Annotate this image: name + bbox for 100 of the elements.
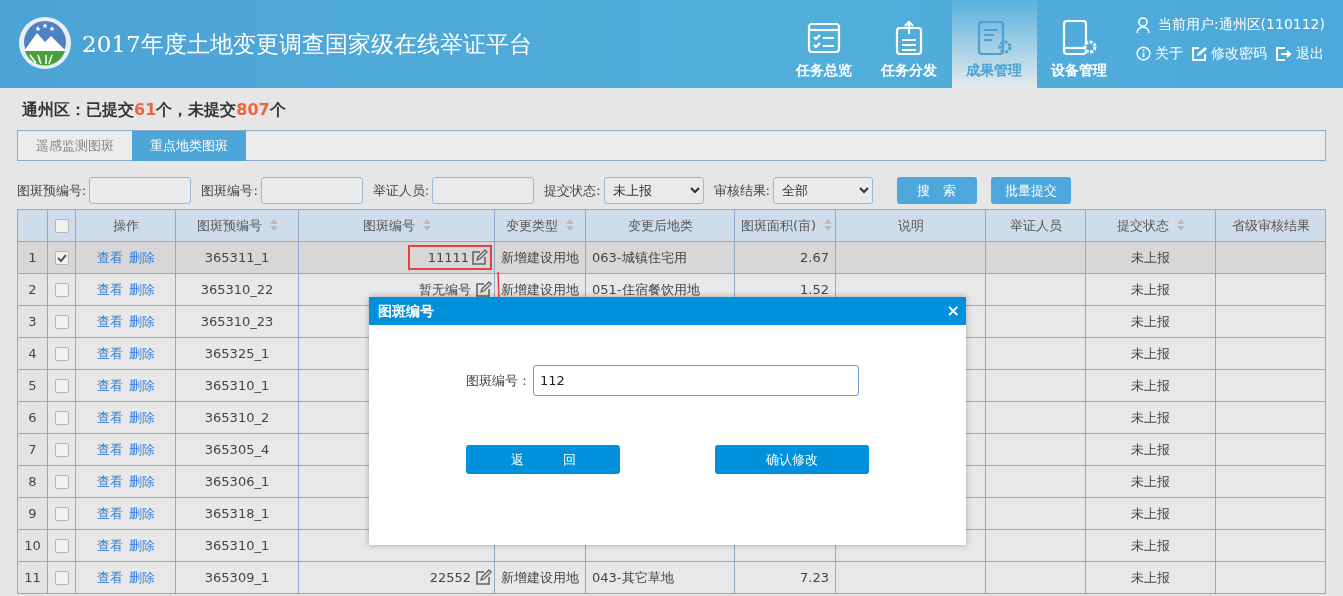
input-field[interactable] <box>432 177 535 204</box>
close-button[interactable]: × <box>940 303 966 319</box>
sort-icon[interactable] <box>422 218 431 231</box>
checkbox[interactable] <box>54 571 69 586</box>
delete-link[interactable]: 删除 <box>128 313 155 329</box>
delete-link[interactable]: 删除 <box>128 377 155 393</box>
input-field[interactable] <box>260 177 363 204</box>
id-text: 11111 <box>427 248 469 267</box>
delete-link[interactable]: 删除 <box>128 249 155 265</box>
view-link[interactable]: 查看 <box>96 345 123 361</box>
view-link[interactable]: 查看 <box>96 377 123 393</box>
table-cell: 7 <box>17 433 48 466</box>
current-user-label: 当前用户:通州区(110112) <box>1157 15 1325 34</box>
table-cell: 未上报 <box>1085 561 1216 594</box>
table-cell: 4 <box>17 337 48 370</box>
table-cell: 未上报 <box>1085 497 1216 530</box>
view-link[interactable]: 查看 <box>96 281 123 297</box>
column-header[interactable]: 图斑编号 <box>362 217 415 233</box>
checkbox[interactable] <box>54 251 69 266</box>
view-link[interactable]: 查看 <box>96 249 123 265</box>
column-header[interactable]: 提交状态 <box>1116 217 1169 233</box>
document-gear-icon <box>975 20 1014 56</box>
input-field[interactable] <box>89 177 192 204</box>
table-cell: 未上报 <box>1085 241 1216 274</box>
filter-label: 审核结果: <box>713 181 770 200</box>
exit-icon <box>1274 45 1292 62</box>
nav-tab[interactable]: 任务分发 <box>866 0 952 88</box>
view-link[interactable]: 查看 <box>96 505 123 521</box>
delete-link[interactable]: 删除 <box>128 409 155 425</box>
input-field[interactable]: 112 <box>533 365 859 396</box>
header-link[interactable]: 修改密码 <box>1190 43 1267 64</box>
table-cell: 365325_1 <box>175 337 299 370</box>
view-link[interactable]: 查看 <box>96 313 123 329</box>
app-title: 2017年度土地变更调查国家级在线举证平台 <box>82 29 532 59</box>
delete-link[interactable]: 删除 <box>128 505 155 521</box>
table-cell: 365306_1 <box>175 465 299 498</box>
nav-tab[interactable]: 任务总览 <box>781 0 867 88</box>
sort-icon[interactable] <box>1176 218 1185 231</box>
table-cell: 3 <box>17 305 48 338</box>
header-link[interactable]: 退出 <box>1274 43 1324 64</box>
filter-button[interactable]: 搜 索 <box>896 177 977 204</box>
sort-icon[interactable] <box>566 218 574 231</box>
table-cell: 8 <box>17 465 48 498</box>
table-cell: 6 <box>17 401 48 434</box>
edit-icon <box>1190 45 1207 62</box>
table-cell: 11 <box>17 561 48 594</box>
dialog-button[interactable]: 确认修改 <box>715 445 869 474</box>
delete-link[interactable]: 删除 <box>128 537 155 553</box>
checkbox[interactable] <box>54 443 69 458</box>
checkbox[interactable] <box>54 539 69 554</box>
filter-label: 图斑编号: <box>201 181 258 200</box>
id-text: 22552 <box>429 568 471 587</box>
tab[interactable]: 重点地类图斑 <box>132 131 246 161</box>
table-cell: 未上报 <box>1085 273 1216 306</box>
checkbox[interactable] <box>54 507 69 522</box>
checkbox[interactable] <box>54 347 69 362</box>
table-cell: 365310_2 <box>175 401 299 434</box>
pencil-icon[interactable] <box>475 569 492 586</box>
filter-button[interactable]: 批量提交 <box>990 177 1071 204</box>
sort-icon[interactable] <box>269 218 278 231</box>
column-header[interactable]: 说明 <box>897 217 924 233</box>
view-link[interactable]: 查看 <box>96 473 123 489</box>
view-link[interactable]: 查看 <box>96 537 123 553</box>
checkbox[interactable] <box>54 379 69 394</box>
select-field[interactable]: 全部 <box>772 177 873 204</box>
table-cell: 未上报 <box>1085 337 1216 370</box>
checkbox[interactable] <box>54 315 69 330</box>
delete-link[interactable]: 删除 <box>128 281 155 297</box>
table-cell: 2 <box>17 273 48 306</box>
pencil-icon[interactable] <box>471 249 488 266</box>
checkbox[interactable] <box>54 219 69 234</box>
delete-link[interactable]: 删除 <box>128 345 155 361</box>
phone-gear-icon <box>1060 20 1099 56</box>
field-label: 图斑编号： <box>466 371 531 390</box>
checkbox[interactable] <box>54 475 69 490</box>
nav-tab[interactable]: 设备管理 <box>1036 0 1122 88</box>
view-link[interactable]: 查看 <box>96 441 123 457</box>
sort-icon[interactable] <box>824 218 833 231</box>
header-link[interactable]: 关于 <box>1135 43 1183 64</box>
checkbox[interactable] <box>54 411 69 426</box>
pencil-icon[interactable] <box>475 281 492 298</box>
dialog-button[interactable]: 返 回 <box>466 445 620 474</box>
table-cell: 9 <box>17 497 48 530</box>
tab[interactable]: 遥感监测图斑 <box>18 131 132 161</box>
table-cell: 5 <box>17 369 48 402</box>
table-cell: 未上报 <box>1085 465 1216 498</box>
checkbox[interactable] <box>54 283 69 298</box>
user-icon <box>1135 16 1150 33</box>
table-cell: 未上报 <box>1085 401 1216 434</box>
delete-link[interactable]: 删除 <box>128 441 155 457</box>
table-cell: 未上报 <box>1085 529 1216 562</box>
delete-link[interactable]: 删除 <box>128 473 155 489</box>
nav-tab[interactable]: 成果管理 <box>951 0 1037 88</box>
column-header[interactable]: 操作 <box>112 217 139 233</box>
dialog-title: 图斑编号 <box>378 301 434 321</box>
table-cell: 365311_1 <box>175 241 299 274</box>
view-link[interactable]: 查看 <box>96 409 123 425</box>
select-field[interactable]: 未上报 <box>603 177 704 204</box>
view-link[interactable]: 查看 <box>96 569 123 585</box>
delete-link[interactable]: 删除 <box>128 569 155 585</box>
